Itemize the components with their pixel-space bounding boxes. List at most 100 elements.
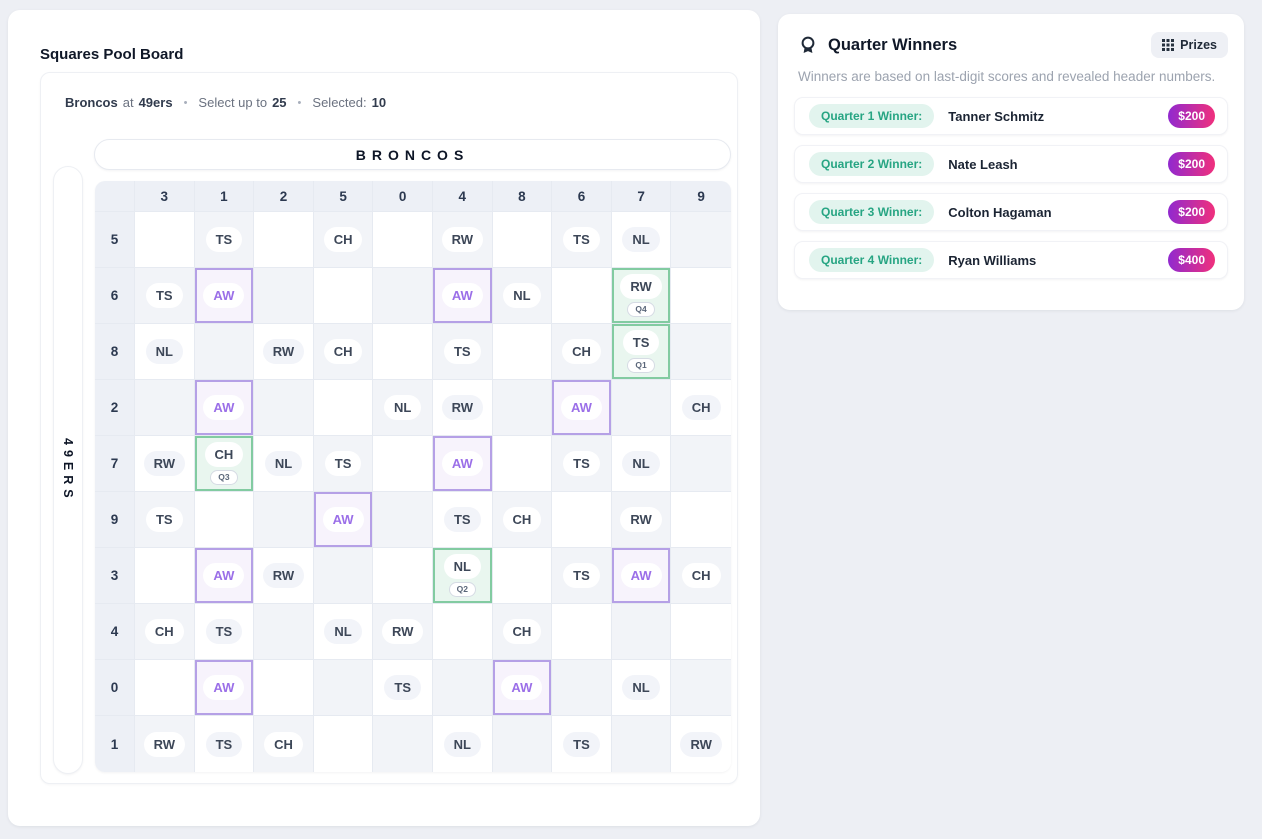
square-cell[interactable]: TS — [195, 716, 255, 772]
square-cell[interactable] — [612, 604, 672, 660]
square-cell[interactable] — [671, 324, 731, 380]
square-cell[interactable]: TS — [552, 716, 612, 772]
square-cell[interactable] — [254, 268, 314, 324]
square-cell[interactable]: CH — [314, 324, 374, 380]
square-cell[interactable]: TS — [135, 268, 195, 324]
square-cell[interactable] — [612, 716, 672, 772]
square-cell[interactable]: CH — [254, 716, 314, 772]
square-cell[interactable]: NL — [612, 212, 672, 268]
square-cell[interactable]: RW — [671, 716, 731, 772]
square-cell[interactable]: TS — [433, 324, 493, 380]
square-cell[interactable] — [373, 492, 433, 548]
square-cell[interactable]: RWQ4 — [612, 268, 672, 324]
square-cell[interactable]: RW — [433, 380, 493, 436]
square-cell[interactable] — [552, 660, 612, 716]
square-cell[interactable]: AW — [314, 492, 374, 548]
square-cell[interactable]: TS — [433, 492, 493, 548]
square-cell[interactable] — [314, 268, 374, 324]
square-cell[interactable] — [493, 324, 553, 380]
square-cell[interactable]: CH — [135, 604, 195, 660]
square-cell[interactable] — [135, 380, 195, 436]
square-cell[interactable]: NL — [612, 436, 672, 492]
square-cell[interactable] — [135, 548, 195, 604]
square-cell[interactable] — [373, 548, 433, 604]
square-cell[interactable]: CHQ3 — [195, 436, 255, 492]
square-cell[interactable] — [195, 324, 255, 380]
square-cell[interactable]: TS — [373, 660, 433, 716]
square-cell[interactable] — [314, 380, 374, 436]
square-cell[interactable]: AW — [493, 660, 553, 716]
square-cell[interactable] — [373, 268, 433, 324]
square-cell[interactable] — [373, 436, 433, 492]
square-cell[interactable]: TS — [195, 604, 255, 660]
square-cell[interactable] — [671, 212, 731, 268]
square-cell[interactable] — [552, 492, 612, 548]
square-cell[interactable]: TS — [135, 492, 195, 548]
square-cell[interactable]: AW — [195, 380, 255, 436]
square-cell[interactable] — [552, 268, 612, 324]
square-cell[interactable] — [195, 492, 255, 548]
square-cell[interactable]: NL — [493, 268, 553, 324]
square-cell[interactable]: CH — [493, 604, 553, 660]
square-cell[interactable]: NL — [314, 604, 374, 660]
square-cell[interactable]: NL — [254, 436, 314, 492]
square-cell[interactable]: CH — [552, 324, 612, 380]
square-cell[interactable] — [373, 212, 433, 268]
square-cell[interactable]: AW — [195, 548, 255, 604]
square-cell[interactable]: NL — [135, 324, 195, 380]
square-cell[interactable]: RW — [373, 604, 433, 660]
square-cell[interactable]: RW — [254, 324, 314, 380]
square-cell[interactable] — [493, 380, 553, 436]
square-cell[interactable]: RW — [612, 492, 672, 548]
square-cell[interactable] — [671, 436, 731, 492]
square-cell[interactable] — [314, 660, 374, 716]
square-cell[interactable]: CH — [671, 548, 731, 604]
square-cell[interactable]: TS — [552, 212, 612, 268]
square-cell[interactable] — [135, 212, 195, 268]
square-cell[interactable] — [493, 436, 553, 492]
square-cell[interactable] — [254, 212, 314, 268]
square-cell[interactable] — [254, 380, 314, 436]
square-cell[interactable] — [671, 660, 731, 716]
square-cell[interactable] — [373, 324, 433, 380]
square-cell[interactable] — [373, 716, 433, 772]
square-cell[interactable] — [671, 604, 731, 660]
square-cell[interactable]: TS — [552, 548, 612, 604]
square-cell[interactable]: TS — [195, 212, 255, 268]
prizes-button[interactable]: Prizes — [1151, 32, 1228, 58]
square-cell[interactable]: CH — [314, 212, 374, 268]
square-cell[interactable]: AW — [195, 660, 255, 716]
square-cell[interactable]: AW — [612, 548, 672, 604]
square-cell[interactable] — [671, 268, 731, 324]
square-cell[interactable]: NL — [433, 716, 493, 772]
square-cell[interactable] — [254, 492, 314, 548]
square-cell[interactable]: CH — [671, 380, 731, 436]
square-cell[interactable] — [552, 604, 612, 660]
square-cell[interactable] — [671, 492, 731, 548]
square-cell[interactable] — [135, 660, 195, 716]
square-cell[interactable]: TS — [314, 436, 374, 492]
square-cell[interactable]: AW — [433, 268, 493, 324]
square-cell[interactable]: RW — [135, 436, 195, 492]
square-cell[interactable]: TSQ1 — [612, 324, 672, 380]
square-cell[interactable] — [493, 716, 553, 772]
square-cell[interactable]: RW — [254, 548, 314, 604]
square-cell[interactable]: AW — [552, 380, 612, 436]
square-cell[interactable]: RW — [135, 716, 195, 772]
square-cell[interactable] — [314, 716, 374, 772]
square-cell[interactable] — [254, 660, 314, 716]
square-cell[interactable] — [433, 660, 493, 716]
square-cell[interactable]: NLQ2 — [433, 548, 493, 604]
square-cell[interactable]: NL — [373, 380, 433, 436]
square-cell[interactable] — [493, 212, 553, 268]
square-cell[interactable] — [493, 548, 553, 604]
square-cell[interactable]: AW — [195, 268, 255, 324]
square-cell[interactable]: AW — [433, 436, 493, 492]
square-cell[interactable]: TS — [552, 436, 612, 492]
square-cell[interactable] — [433, 604, 493, 660]
square-cell[interactable] — [314, 548, 374, 604]
square-cell[interactable] — [612, 380, 672, 436]
square-cell[interactable]: NL — [612, 660, 672, 716]
square-cell[interactable] — [254, 604, 314, 660]
square-cell[interactable]: RW — [433, 212, 493, 268]
